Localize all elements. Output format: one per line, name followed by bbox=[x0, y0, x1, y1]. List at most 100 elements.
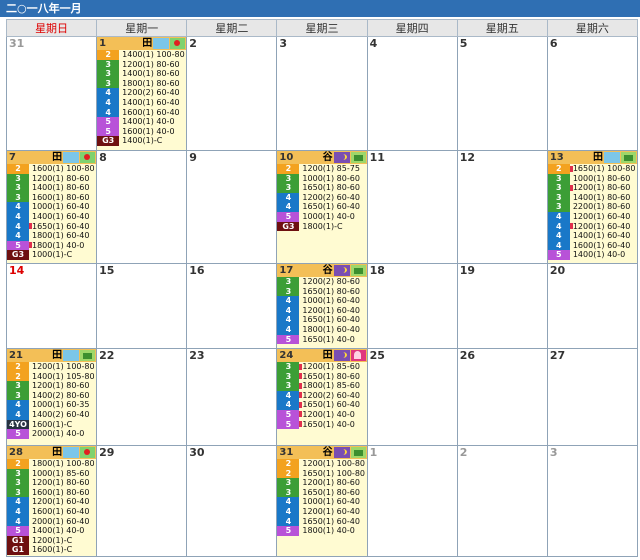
race-row[interactable]: G3 1000(1)-C bbox=[7, 250, 96, 260]
race-row[interactable]: 4 1650(1) 60-40 bbox=[277, 516, 366, 527]
race-row[interactable]: 4 1000(1) 60-40 bbox=[277, 497, 366, 507]
race-row[interactable]: 3 1200(2) 80-60 bbox=[277, 277, 366, 287]
race-row[interactable]: 2 1600(1) 100-80 bbox=[7, 164, 96, 174]
race-row[interactable]: 5 1200(1) 40-0 bbox=[277, 409, 366, 420]
race-row[interactable]: 4 1400(1) 60-40 bbox=[7, 211, 96, 222]
race-row[interactable]: 3 1600(1) 80-60 bbox=[7, 192, 96, 203]
race-row[interactable]: 3 1600(1) 80-60 bbox=[7, 487, 96, 498]
day-cell[interactable]: 5 bbox=[456, 36, 548, 151]
race-row[interactable]: 4 1400(2) 60-40 bbox=[7, 409, 96, 420]
race-row[interactable]: 3 1200(1) 80-60 bbox=[97, 59, 186, 70]
race-row[interactable]: 4 1650(1) 60-40 bbox=[277, 315, 366, 325]
race-row[interactable]: 2 1400(1) 105-80 bbox=[7, 371, 96, 382]
race-row[interactable]: 4 1200(1) 60-40 bbox=[277, 506, 366, 517]
race-row[interactable]: 3 1200(1) 80-60 bbox=[7, 478, 96, 488]
race-row[interactable]: 2 1650(1) 100-80 bbox=[277, 468, 366, 479]
day-cell[interactable]: 17 谷 3 1200(2) 80-60 3 1650(1) 80-60 4 1000(1) … bbox=[276, 263, 368, 349]
day-cell[interactable]: 1 bbox=[366, 445, 458, 557]
race-row[interactable]: 3 1200(1) 80-60 bbox=[277, 478, 366, 488]
day-cell[interactable]: 4 bbox=[366, 36, 458, 151]
race-row[interactable]: 3 1000(1) 80-60 bbox=[547, 173, 637, 184]
race-row[interactable]: 4 1200(2) 60-40 bbox=[97, 88, 186, 98]
day-cell[interactable]: 26 bbox=[456, 348, 548, 446]
race-row[interactable]: 4 1200(1) 60-40 bbox=[547, 211, 637, 222]
day-cell[interactable]: 30 bbox=[186, 445, 278, 557]
race-row[interactable]: 5 1400(1) 40-0 bbox=[547, 250, 637, 260]
race-row[interactable]: 4 1800(1) 60-40 bbox=[277, 324, 366, 335]
day-cell[interactable]: 16 bbox=[186, 263, 278, 349]
race-row[interactable]: 3 1200(1) 80-60 bbox=[7, 173, 96, 184]
race-row[interactable]: 4 1400(1) 60-40 bbox=[547, 231, 637, 241]
race-row[interactable]: 3 1000(1) 80-60 bbox=[277, 173, 366, 184]
race-row[interactable]: 4 1600(1) 60-40 bbox=[7, 506, 96, 517]
race-row[interactable]: 3 1800(1) 80-60 bbox=[97, 78, 186, 89]
day-cell[interactable]: 28 田 2 1800(1) 100-80 3 1000(1) 85-60 3 1200(1)… bbox=[5, 445, 98, 557]
day-cell[interactable]: 8 bbox=[96, 150, 188, 264]
day-cell[interactable]: 23 bbox=[186, 348, 278, 446]
race-row[interactable]: 5 1650(1) 40-0 bbox=[277, 419, 366, 430]
day-cell[interactable]: 10 谷 2 1200(1) 85-75 3 1000(1) 80-60 3 1650(1) … bbox=[276, 150, 368, 264]
race-row[interactable]: G1 1200(1)-C bbox=[7, 535, 96, 546]
day-cell[interactable]: 6 bbox=[546, 36, 639, 151]
race-row[interactable]: 4 1650(1) 60-40 bbox=[277, 202, 366, 212]
race-row[interactable]: 3 1400(2) 80-60 bbox=[7, 390, 96, 401]
race-row[interactable]: 3 1650(1) 80-60 bbox=[277, 183, 366, 193]
race-row[interactable]: 4 1400(1) 60-40 bbox=[97, 97, 186, 108]
race-row[interactable]: 3 1800(1) 85-60 bbox=[277, 381, 366, 391]
day-cell[interactable]: 29 bbox=[96, 445, 188, 557]
day-cell[interactable]: 25 bbox=[366, 348, 458, 446]
day-cell[interactable]: 31 bbox=[5, 36, 98, 151]
day-cell[interactable]: 15 bbox=[96, 263, 188, 349]
race-row[interactable]: 3 1400(1) 80-60 bbox=[97, 69, 186, 79]
day-cell[interactable]: 13 田 2 1650(1) 100-80 3 1000(1) 80-60 3 1200(1)… bbox=[546, 150, 639, 264]
race-row[interactable]: 5 1000(1) 40-0 bbox=[277, 211, 366, 222]
race-row[interactable]: 4YO 1600(1)-C bbox=[7, 419, 96, 430]
day-cell[interactable]: 31 谷 2 1200(1) 100-80 2 1650(1) 100-80 3 1200(1… bbox=[276, 445, 368, 557]
race-row[interactable]: 5 1400(1) 40-0 bbox=[7, 526, 96, 536]
race-row[interactable]: G3 1400(1)-C bbox=[97, 136, 186, 146]
race-row[interactable]: 5 2000(1) 40-0 bbox=[7, 429, 96, 439]
race-row[interactable]: 4 1200(2) 60-40 bbox=[277, 192, 366, 203]
day-cell[interactable]: 7 田 2 1600(1) 100-80 3 1200(1) 80-60 3 1400(1) … bbox=[5, 150, 98, 264]
race-row[interactable]: 2 1400(1) 100-80 bbox=[97, 50, 186, 60]
race-row[interactable]: 4 1200(1) 60-40 bbox=[7, 497, 96, 507]
day-cell[interactable]: 12 bbox=[456, 150, 548, 264]
race-row[interactable]: 3 1650(1) 80-60 bbox=[277, 487, 366, 498]
day-cell[interactable]: 18 bbox=[366, 263, 458, 349]
race-row[interactable]: 4 1000(1) 60-40 bbox=[277, 296, 366, 306]
race-row[interactable]: 5 1650(1) 40-0 bbox=[277, 334, 366, 345]
race-row[interactable]: 5 1800(1) 40-0 bbox=[277, 526, 366, 536]
race-row[interactable]: 3 1200(1) 85-60 bbox=[277, 362, 366, 372]
race-row[interactable]: 4 1650(1) 60-40 bbox=[277, 400, 366, 410]
race-row[interactable]: 4 1800(1) 60-40 bbox=[7, 231, 96, 241]
race-row[interactable]: 3 1200(1) 80-60 bbox=[547, 183, 637, 193]
race-row[interactable]: 4 1200(1) 60-40 bbox=[547, 221, 637, 232]
day-cell[interactable]: 19 bbox=[456, 263, 548, 349]
race-row[interactable]: 3 1200(1) 80-60 bbox=[7, 381, 96, 391]
race-row[interactable]: 4 1600(1) 60-40 bbox=[97, 107, 186, 118]
day-cell[interactable]: 2 bbox=[186, 36, 278, 151]
race-row[interactable]: 4 1000(1) 60-40 bbox=[7, 202, 96, 212]
day-cell[interactable]: 9 bbox=[186, 150, 278, 264]
day-cell[interactable]: 27 bbox=[546, 348, 639, 446]
race-row[interactable]: G3 1800(1)-C bbox=[277, 221, 366, 232]
day-cell[interactable]: 11 bbox=[366, 150, 458, 264]
race-row[interactable]: 2 1650(1) 100-80 bbox=[547, 164, 637, 174]
day-cell[interactable]: 3 bbox=[546, 445, 639, 557]
race-row[interactable]: 5 1800(1) 40-0 bbox=[7, 240, 96, 251]
race-row[interactable]: 3 1650(1) 80-60 bbox=[277, 286, 366, 297]
race-row[interactable]: 3 1000(1) 85-60 bbox=[7, 468, 96, 479]
day-cell[interactable]: 2 bbox=[456, 445, 548, 557]
race-row[interactable]: 3 1650(1) 80-60 bbox=[277, 371, 366, 382]
day-cell[interactable]: 24 田 3 1200(1) 85-60 3 1650(1) 80-60 3 1800(1) … bbox=[276, 348, 368, 446]
race-row[interactable]: 5 1600(1) 40-0 bbox=[97, 126, 186, 137]
race-row[interactable]: 4 1000(1) 60-35 bbox=[7, 400, 96, 410]
race-row[interactable]: 4 1650(1) 60-40 bbox=[7, 221, 96, 232]
day-cell[interactable]: 1 田 2 1400(1) 100-80 3 1200(1) 80-60 3 1400(1) … bbox=[96, 36, 188, 151]
day-cell[interactable]: 22 bbox=[96, 348, 188, 446]
race-row[interactable]: 2 1200(1) 100-80 bbox=[7, 362, 96, 372]
race-row[interactable]: 2 1800(1) 100-80 bbox=[7, 459, 96, 469]
day-cell[interactable]: 14 bbox=[5, 263, 98, 349]
day-cell[interactable]: 20 bbox=[546, 263, 639, 349]
race-row[interactable]: 4 1200(1) 60-40 bbox=[277, 305, 366, 316]
